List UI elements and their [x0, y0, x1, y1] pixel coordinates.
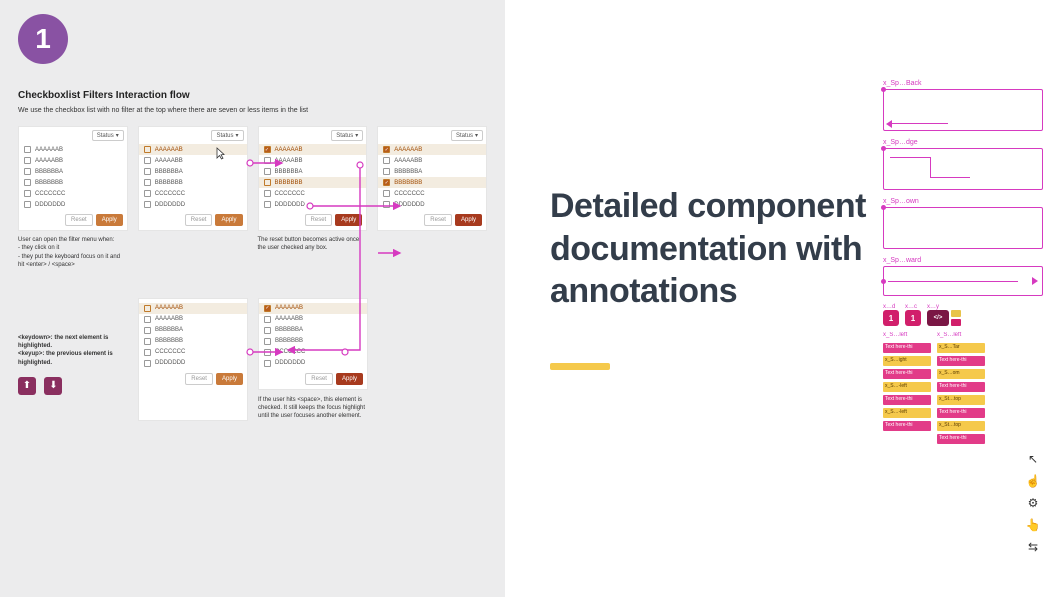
reset-button[interactable]: Reset — [424, 214, 452, 226]
spec-label: x_Sp…dge — [883, 139, 1043, 146]
filter-panel-d: Status ▾ ✓AAAAAAB AAAAABB BBBBBBA ✓BBBBB… — [377, 126, 487, 231]
spec-tag: Text here-thi — [883, 395, 931, 405]
reset-button[interactable]: Reset — [305, 373, 333, 385]
spec-tag: x_S…-left — [883, 382, 931, 392]
reset-button[interactable]: Reset — [185, 214, 213, 226]
doc-right-pane: Detailed component documentation with an… — [505, 0, 1061, 597]
apply-button[interactable]: Apply — [215, 214, 242, 226]
panel-row-1: Status ▾ AAAAAAB AAAAABB BBBBBBA BBBBBBB… — [18, 126, 487, 231]
hand-icon: ☝ — [1026, 474, 1041, 488]
apply-button[interactable]: Apply — [335, 214, 362, 226]
list-item[interactable]: AAAAAAB — [139, 144, 247, 155]
spec-tag: x_S…ight — [883, 356, 931, 366]
section-desc: We use the checkbox list with no filter … — [18, 107, 487, 114]
spec-tag: Text here-thi — [937, 434, 985, 444]
tag-grid: x_S…left Text here-thix_S…ightText here-… — [883, 332, 1043, 444]
spec-label: x_Sp…ward — [883, 257, 1043, 264]
spec-box-forward — [883, 266, 1043, 296]
headline: Detailed component documentation with an… — [550, 185, 890, 313]
status-dropdown[interactable]: Status ▾ — [451, 130, 483, 141]
filter-panel-e: AAAAAAB AAAAABB BBBBBBA BBBBBBB CCCCCCC … — [138, 298, 248, 421]
status-dropdown[interactable]: Status ▾ — [331, 130, 363, 141]
mini-badge: 1 — [883, 310, 899, 326]
caption-d: If the user hits <space>, this element i… — [258, 396, 368, 421]
list-item-label: BBBBBBB — [35, 180, 63, 186]
spec-tag: Text here-thi — [937, 408, 985, 418]
caption-c: <keydown>: the next element is highlight… — [18, 334, 128, 368]
chevron-down-icon: ▾ — [355, 132, 358, 139]
split-icon: ⇆ — [1028, 540, 1038, 554]
spec-tag: x_St…top — [937, 421, 985, 431]
spec-box-down — [883, 207, 1043, 249]
reset-button[interactable]: Reset — [305, 214, 333, 226]
pointer-icon-stack: ↖ ☝ ⚙ 👆 ⇆ — [1023, 452, 1043, 554]
key-down-icon: ⬇ — [44, 377, 62, 395]
list-item-label: DDDDDDD — [35, 202, 65, 208]
spec-tag: x_S…-left — [883, 408, 931, 418]
spec-tag: Text here-thi — [883, 343, 931, 353]
doc-left-pane: 1 Checkboxlist Filters Interaction flow … — [0, 0, 505, 597]
apply-button[interactable]: Apply — [96, 214, 123, 226]
touch-icon: 👆 — [1026, 518, 1041, 532]
spec-tag: Text here-thi — [883, 421, 931, 431]
filter-panel-b: Status ▾ AAAAAAB AAAAABB BBBBBBA BBBBBBB… — [138, 126, 248, 231]
status-label: Status — [216, 133, 233, 139]
apply-button[interactable]: Apply — [216, 373, 243, 385]
status-dropdown[interactable]: Status ▾ — [211, 130, 243, 141]
list-item-label: AAAAABB — [35, 158, 63, 164]
apply-button[interactable]: Apply — [336, 373, 363, 385]
gear-icon: ⚙ — [1028, 496, 1039, 510]
mini-badge: 1 — [905, 310, 921, 326]
spec-column: x_Sp…Back x_Sp…dge x_Sp…own x_Sp…wa — [883, 80, 1043, 444]
panel-row-2: <keydown>: the next element is highlight… — [18, 298, 487, 421]
spec-box-edge — [883, 148, 1043, 190]
cursor-icon — [215, 147, 227, 164]
filter-panel-f: ✓AAAAAAB AAAAABB BBBBBBA BBBBBBB CCCCCCC… — [258, 298, 368, 390]
reset-button[interactable]: Reset — [65, 214, 93, 226]
filter-panel-a: Status ▾ AAAAAAB AAAAABB BBBBBBA BBBBBBB… — [18, 126, 128, 231]
mini-badge-row: x…d 1 x…c 1 x…y </> — [883, 304, 1043, 326]
reset-button[interactable]: Reset — [185, 373, 213, 385]
filter-panel-c: Status ▾ ✓AAAAAAB AAAAABB BBBBBBA BBBBBB… — [258, 126, 368, 231]
chevron-down-icon: ▾ — [116, 132, 119, 139]
spec-label: x_Sp…own — [883, 198, 1043, 205]
code-badge: </> — [927, 310, 949, 326]
list-item-label: CCCCCCC — [35, 191, 65, 197]
chevron-down-icon: ▾ — [475, 132, 478, 139]
spec-tag: Text here-thi — [883, 369, 931, 379]
spec-box-back — [883, 89, 1043, 131]
caption-b: The reset button becomes active once the… — [258, 236, 368, 270]
spec-tag: x_S…Tar — [937, 343, 985, 353]
status-dropdown[interactable]: Status ▾ — [92, 130, 124, 141]
list-item-label: AAAAAAB — [35, 147, 63, 153]
step-badge: 1 — [18, 14, 68, 64]
section-title: Checkboxlist Filters Interaction flow — [18, 90, 487, 101]
cursor-icon: ↖ — [1028, 452, 1038, 466]
spec-tag: Text here-thi — [937, 356, 985, 366]
status-label: Status — [97, 133, 114, 139]
spec-tag: x_St…top — [937, 395, 985, 405]
chevron-down-icon: ▾ — [235, 132, 238, 139]
apply-button[interactable]: Apply — [455, 214, 482, 226]
spec-tag: Text here-thi — [937, 382, 985, 392]
caption-a: User can open the filter menu when: - th… — [18, 236, 128, 270]
list-item-label: BBBBBBA — [35, 169, 63, 175]
spec-label: x_Sp…Back — [883, 80, 1043, 87]
spec-tag: x_S…om — [937, 369, 985, 379]
headline-underline — [550, 363, 610, 370]
key-up-icon: ⬆ — [18, 377, 36, 395]
